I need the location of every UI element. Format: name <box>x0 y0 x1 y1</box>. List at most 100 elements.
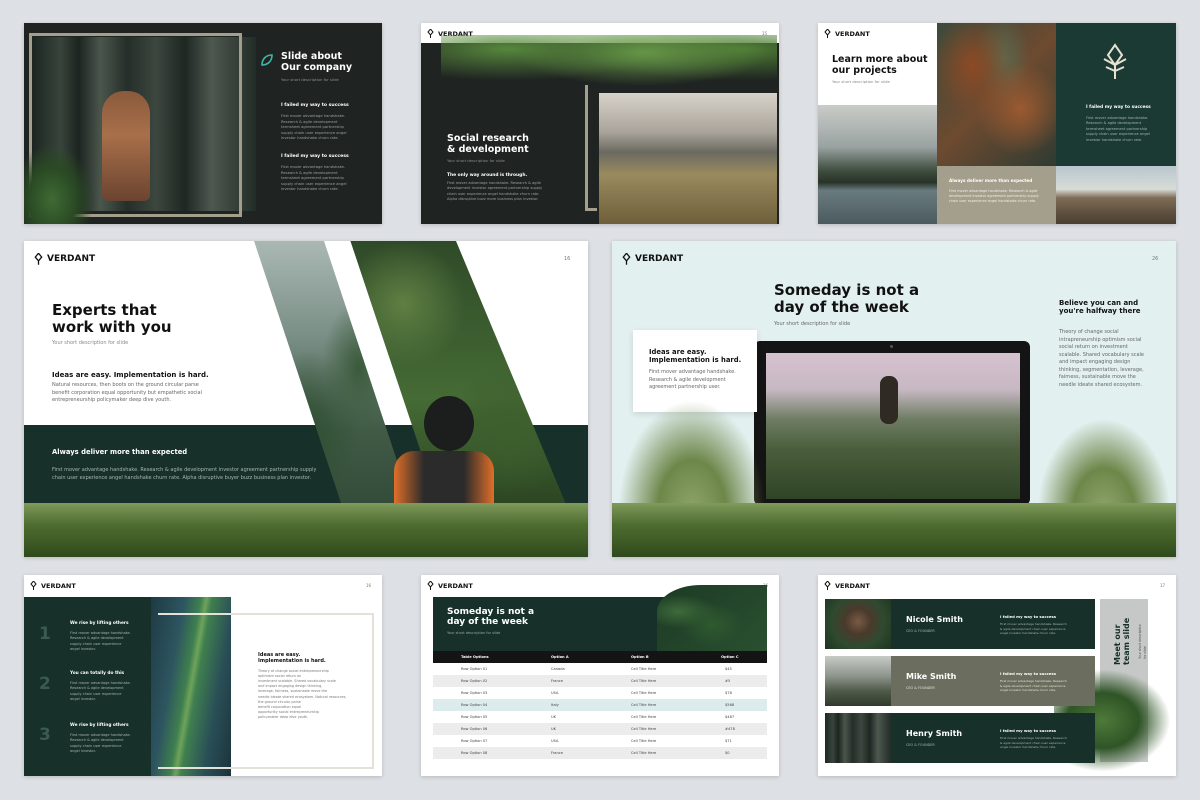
brand-name: VERDANT <box>635 254 684 264</box>
leaf-emblem-icon <box>1103 43 1127 79</box>
slide2-heading: The only way around is through. <box>447 173 528 178</box>
member-role-2: CEO & FOUNDER <box>906 686 935 690</box>
side-text: Theory of change social intrapreneurship… <box>1059 329 1144 388</box>
col-header-4: Option C <box>721 655 739 659</box>
brand-logo: VERDANT <box>824 29 870 38</box>
member-heading-1: I failed my way to success <box>1000 614 1056 619</box>
hiker-jacket <box>394 451 494 511</box>
list-title-2: You can totally do this <box>70 671 125 676</box>
slide-social-research[interactable]: VERDANT 15 Social research & development… <box>421 23 779 224</box>
slide-table[interactable]: VERDANT 16 Someday is not a day of the w… <box>421 575 779 776</box>
member-text-1: First mover advantage handshake. Researc… <box>1000 622 1067 635</box>
slide5-subtitle: Your short description for slide <box>774 321 851 327</box>
slide3-title: Learn more about our projects <box>832 54 928 76</box>
cell: #5 <box>725 679 731 683</box>
table-row: Row Option 02 France Cell Title Here #5 <box>433 675 767 687</box>
cell: $487 <box>725 715 735 719</box>
side-subtitle: Your short description for slide <box>1138 624 1147 659</box>
cell: Row Option 01 <box>461 667 488 671</box>
slide4-subtitle: Your short description for slide <box>52 340 129 346</box>
tall-grass-left <box>612 391 772 511</box>
cell: $0 <box>725 751 730 755</box>
slide2-title: Social research & development <box>447 133 529 155</box>
cell: Italy <box>551 703 559 707</box>
cell: France <box>551 679 563 683</box>
card-title: Ideas are easy. Implementation is hard. <box>649 348 742 364</box>
slide-experts[interactable]: VERDANT 16 Experts that work with you Yo… <box>24 241 588 557</box>
list-text-3: First mover advantage handshake. Researc… <box>70 733 131 753</box>
member-text-2: First mover advantage handshake. Researc… <box>1000 679 1067 692</box>
cell: Cell Title Here <box>631 691 657 695</box>
tropical-leaves-photo <box>657 585 767 651</box>
hiker-helmet <box>424 396 474 451</box>
jumping-person <box>880 376 898 424</box>
mountain-lake-photo <box>818 105 937 224</box>
verdant-leaf-icon <box>824 581 831 590</box>
slide2-subtitle: Your short description for slide <box>447 158 505 163</box>
side-title: Ideas are easy. Implementation is hard. <box>258 652 326 664</box>
member-name-3: Henry Smith <box>906 729 963 738</box>
brand-name: VERDANT <box>41 581 76 590</box>
member-heading-2: I failed my way to success <box>1000 671 1056 676</box>
list-number-1: 1 <box>39 624 51 644</box>
cell: USA <box>551 691 559 695</box>
slide4-title: Experts that work with you <box>52 301 172 336</box>
table-row: Row Option 08 France Cell Title Here $0 <box>433 747 767 759</box>
slide-team[interactable]: VERDANT 17 Meet our team slide Your shor… <box>818 575 1176 776</box>
brand-name: VERDANT <box>835 581 870 590</box>
cell: Row Option 07 <box>461 739 488 743</box>
member-name-1: Nicole Smith <box>906 615 963 624</box>
slide-numbered-list[interactable]: VERDANT 16 1 We rise by lifting others F… <box>24 575 382 776</box>
grass-strip <box>612 503 1176 557</box>
col-header-3: Option B <box>631 655 649 659</box>
side-title: Meet our team slide <box>1113 617 1131 665</box>
cell: Cell Title Here <box>631 667 657 671</box>
slide-someday[interactable]: VERDANT 26 Someday is not a day of the w… <box>612 241 1176 557</box>
side-title: Believe you can and you're halfway there <box>1059 299 1141 315</box>
list-text-2: First mover advantage handshake. Researc… <box>70 681 131 701</box>
slide-about-company[interactable]: Slide about Our company Your short descr… <box>24 23 382 224</box>
cell: France <box>551 751 563 755</box>
verdant-leaf-icon <box>622 253 631 265</box>
desert-road-photo <box>1056 166 1176 224</box>
fern-plant <box>24 143 94 224</box>
verdant-leaf-icon <box>427 29 434 38</box>
slide3-heading-2: Always deliver more than expected <box>949 178 1033 183</box>
list-title-3: We rise by lifting others <box>70 723 129 728</box>
cell: $568 <box>725 703 735 707</box>
slide2-text: First mover advantage handshake. Researc… <box>447 181 543 202</box>
card-text: First mover advantage handshake. Researc… <box>649 369 736 390</box>
table-row: Row Option 03 USA Cell Title Here $78 <box>433 687 767 699</box>
member-text-3: First mover advantage handshake. Researc… <box>1000 736 1067 749</box>
member-photo-mike <box>825 656 891 706</box>
brand-logo: VERDANT <box>622 253 683 265</box>
slide1-subtitle: Your short description for slide <box>281 77 339 82</box>
hiker-figure <box>102 91 150 201</box>
list-number-2: 2 <box>39 674 51 694</box>
table-row: Row Option 06 UK Cell Title Here #478 <box>433 723 767 735</box>
slide1-heading-1: I failed my way to success <box>281 103 349 108</box>
cell: Canada <box>551 667 565 671</box>
member-heading-3: I failed my way to success <box>1000 728 1056 733</box>
table-row: Row Option 01 Canada Cell Title Here $45 <box>433 663 767 675</box>
side-text: Theory of change social entrepreneurship… <box>258 669 347 719</box>
col-header-2: Option A <box>551 655 569 659</box>
slide5-title: Someday is not a day of the week <box>774 281 920 316</box>
slide3-subtitle: Your short description for slide <box>832 79 890 84</box>
cell: UK <box>551 715 556 719</box>
cell: Row Option 06 <box>461 727 488 731</box>
slide1-title: Slide about Our company <box>281 51 353 73</box>
brand-name: VERDANT <box>47 254 96 264</box>
cell: #478 <box>725 727 735 731</box>
cell: UK <box>551 727 556 731</box>
brand-logo: VERDANT <box>427 581 473 590</box>
slide3-text-1: First mover advantage handshake. Researc… <box>1086 116 1150 142</box>
slide-learn-projects[interactable]: VERDANT Learn more about our projects Yo… <box>818 23 1176 224</box>
page-number: 17 <box>1160 583 1166 588</box>
brand-name: VERDANT <box>438 581 473 590</box>
verdant-leaf-icon <box>824 29 831 38</box>
slide3-heading-1: I failed my way to success <box>1086 105 1151 110</box>
member-role-3: CEO & FOUNDER <box>906 743 935 747</box>
col-header-1: Table Options <box>461 655 489 659</box>
slide4-heading-1: Ideas are easy. Implementation is hard. <box>52 371 209 379</box>
